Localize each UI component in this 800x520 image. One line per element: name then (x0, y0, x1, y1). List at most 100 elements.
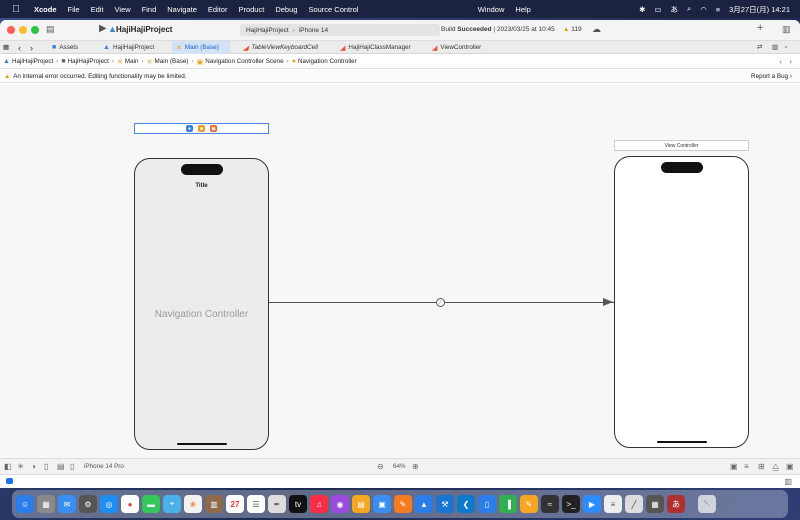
wifi-icon[interactable]: ◠ (700, 5, 707, 14)
menu-help[interactable]: Help (515, 5, 530, 14)
menu-xcode[interactable]: Xcode (34, 5, 57, 14)
resolve-autolayout-icon[interactable]: ⧋ (772, 462, 779, 472)
breadcrumb-nav-controller[interactable]: ● Navigation Controller (292, 58, 357, 65)
responder-icon[interactable]: ■ (198, 125, 205, 132)
bluetooth-icon[interactable]: ✱ (639, 5, 645, 14)
trash-icon[interactable]: ␡ (698, 495, 716, 513)
navigation-controller-scene[interactable]: Title Navigation Controller (134, 158, 269, 450)
document-outline-icon[interactable]: ◧ (4, 462, 12, 471)
preview-icon[interactable]: ▦ (646, 495, 664, 513)
update-frames-icon[interactable]: ▣ (730, 462, 738, 471)
vscode-icon[interactable]: ❮ (457, 495, 475, 513)
inspector-toggle-icon[interactable]: ▥ (782, 24, 791, 35)
simulator-icon[interactable]: ▯ (478, 495, 496, 513)
photos-icon[interactable]: ❀ (184, 495, 202, 513)
run-button[interactable]: ▶ (99, 23, 107, 34)
run-destination[interactable]: iPhone 14 (299, 27, 328, 34)
split-editor-icon[interactable]: ▥ (772, 41, 778, 54)
menu-debug[interactable]: Debug (275, 5, 297, 14)
pages-icon[interactable]: ✎ (394, 495, 412, 513)
orientation-icon[interactable]: ▯ (44, 462, 48, 471)
maps-icon[interactable]: ⌖ (163, 495, 181, 513)
notes-app-icon[interactable]: ≡ (604, 495, 622, 513)
forward-icon[interactable]: › (30, 41, 33, 54)
tab-tableviewkeyboardcell[interactable]: ◢ TableViewKeyboardCell (243, 41, 333, 54)
view-controller-scene[interactable] (614, 156, 749, 448)
menu-source-control[interactable]: Source Control (308, 5, 358, 14)
cloud-icon[interactable]: ☁ (592, 24, 601, 35)
device-config-label[interactable]: iPhone 14 Pro (84, 463, 124, 470)
keynote-icon[interactable]: ▣ (373, 495, 391, 513)
editor-options-icon[interactable]: ⇄ (757, 41, 762, 54)
menubar-clock[interactable]: 3月27日(月) 14:21 (729, 4, 790, 15)
reminders-icon[interactable]: ☰ (247, 495, 265, 513)
zoom-out-icon[interactable]: ⊖ (377, 462, 384, 471)
first-responder-icon[interactable]: ● (186, 125, 193, 132)
tab-viewcontroller[interactable]: ◢ ViewController (432, 41, 492, 54)
menu-navigate[interactable]: Navigate (167, 5, 197, 14)
debug-console-icon[interactable]: ▥ (784, 477, 792, 486)
appearance-light-icon[interactable]: ☀ (17, 462, 24, 471)
search-icon[interactable]: ⌕ (687, 4, 691, 14)
podcasts-icon[interactable]: ◉ (331, 495, 349, 513)
pencil-app-icon[interactable]: ✎ (520, 495, 538, 513)
japanese-ime-icon[interactable]: あ (667, 495, 685, 513)
control-center-icon[interactable]: ≡ (716, 5, 720, 14)
books-icon[interactable]: ▤ (352, 495, 370, 513)
menu-editor[interactable]: Editor (208, 5, 228, 14)
zoom-in-icon[interactable]: ⊕ (412, 462, 419, 471)
zoom-app-icon[interactable]: ▶ (583, 495, 601, 513)
system-preferences-icon[interactable]: ⚙ (79, 495, 97, 513)
navigation-bar-title[interactable]: Title (135, 183, 268, 189)
xcode-icon[interactable]: ⚒ (436, 495, 454, 513)
iphone-icon[interactable]: ▯ (70, 462, 74, 471)
input-source-indicator[interactable]: あ (670, 4, 678, 15)
navigator-toggle-icon[interactable]: ▤ (46, 24, 55, 35)
apple-menu-icon[interactable]:  (9, 4, 23, 15)
activity-monitor-icon[interactable]: ≈ (541, 495, 559, 513)
terminal-icon[interactable]: >_ (562, 495, 580, 513)
menu-file[interactable]: File (68, 5, 80, 14)
chrome-icon[interactable]: ● (121, 495, 139, 513)
add-constraints-icon[interactable]: ⊞ (758, 462, 765, 471)
menu-view[interactable]: View (115, 5, 131, 14)
launchpad-icon[interactable]: ▦ (37, 495, 55, 513)
add-editor-icon[interactable]: ▫ (785, 41, 787, 54)
tab-hajihajiclassmanager[interactable]: ◢ HajiHajiClassManager (340, 41, 420, 54)
embed-in-icon[interactable]: ▣ (786, 462, 794, 471)
mail-icon[interactable]: ✉ (58, 495, 76, 513)
music-icon[interactable]: ♫ (310, 495, 328, 513)
scheme-selector[interactable]: HajiHajiProject › iPhone 14 (240, 24, 440, 36)
relationship-segue-icon[interactable]: ⁄ (436, 298, 445, 307)
calendar-icon[interactable]: 27 (226, 495, 244, 513)
breadcrumb-main-base[interactable]: ✕ Main (Base) (147, 58, 189, 66)
contacts-icon[interactable]: ▥ (205, 495, 223, 513)
close-window-button[interactable] (7, 26, 15, 34)
finder-icon[interactable]: ☺ (16, 495, 34, 513)
safari-icon[interactable]: ◎ (100, 495, 118, 513)
exit-icon[interactable]: ▣ (210, 125, 217, 132)
device-config-icon[interactable]: ▤ (57, 462, 65, 471)
report-bug-link[interactable]: Report a Bug › (751, 73, 792, 80)
scene-dock[interactable]: ● ■ ▣ (134, 123, 269, 134)
menu-window[interactable]: Window (478, 5, 505, 14)
breadcrumb-scene[interactable]: ▣ Navigation Controller Scene (197, 58, 284, 66)
apple-tv-icon[interactable]: tv (289, 495, 307, 513)
tab-project[interactable]: ▲ HajiHajiProject (103, 41, 171, 54)
next-issue-icon[interactable]: › (789, 57, 792, 66)
breadcrumb-main[interactable]: ✕ Main (117, 58, 139, 66)
app-store-icon[interactable]: ▲ (415, 495, 433, 513)
back-icon[interactable]: ‹ (18, 41, 21, 54)
storyboard-canvas[interactable]: ● ■ ▣ Title Navigation Controller ⁄ View… (0, 84, 800, 458)
tab-main-base[interactable]: ✕ Main (Base) (172, 41, 230, 54)
previous-issue-icon[interactable]: ‹ (779, 57, 782, 66)
view-controller-header[interactable]: View Controller (614, 140, 749, 151)
warnings-indicator[interactable]: ▲ 119 (563, 26, 582, 33)
add-button[interactable]: + (757, 22, 763, 34)
messages-icon[interactable]: ▬ (142, 495, 160, 513)
appearance-dark-icon[interactable]: ◑ (31, 462, 36, 471)
related-items-icon[interactable]: ▦ (3, 41, 9, 54)
battery-icon[interactable]: ▭ (654, 5, 661, 14)
menu-product[interactable]: Product (238, 5, 264, 14)
debug-area-toggle[interactable] (6, 478, 13, 484)
